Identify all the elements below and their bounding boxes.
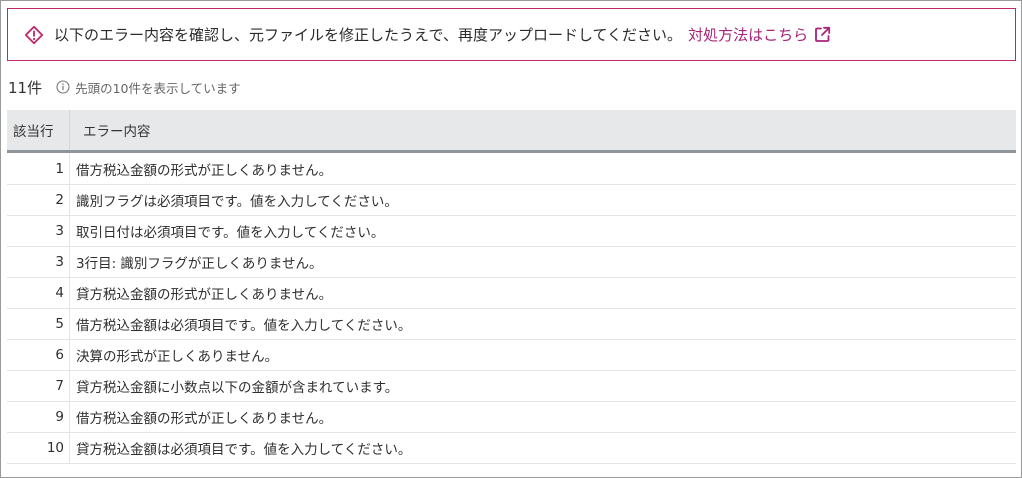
row-line-number: 6 — [7, 340, 70, 370]
help-link[interactable]: 対処方法はこちら — [688, 24, 831, 45]
error-count: 11件 — [8, 78, 43, 97]
info-icon — [56, 80, 70, 94]
row-line-number: 3 — [7, 247, 70, 277]
row-error-message: 3行目: 識別フラグが正しくありません。 — [76, 256, 323, 272]
row-error-message: 借方税込金額の形式が正しくありません。 — [76, 162, 333, 179]
row-line-number: 5 — [7, 309, 70, 339]
row-line-number: 2 — [7, 185, 70, 215]
table-row: 6 決算の形式が正しくありません。 — [7, 340, 1016, 371]
table-row: 2 識別フラグは必須項目です。値を入力してください。 — [7, 185, 1016, 216]
warning-diamond-icon — [24, 25, 44, 45]
row-error-message: 借方税込金額は必須項目です。値を入力してください。 — [76, 318, 412, 334]
row-error-message: 貸方税込金額に小数点以下の金額が含まれています。 — [76, 380, 399, 396]
table-row: 3 取引日付は必須項目です。値を入力してください。 — [7, 216, 1016, 247]
row-error-message: 借方税込金額の形式が正しくありません。 — [76, 411, 333, 427]
row-error-message: 貸方税込金額の形式が正しくありません。 — [76, 287, 333, 303]
row-line-number: 4 — [7, 278, 70, 308]
help-link-label[interactable]: 対処方法はこちら — [688, 24, 808, 45]
alert-message: 以下のエラー内容を確認し、元ファイルを修正したうえで、再度アップロードしてくださ… — [54, 26, 683, 44]
column-header-message: エラー内容 — [83, 124, 151, 140]
row-error-message: 識別フラグは必須項目です。値を入力してください。 — [76, 194, 398, 210]
row-line-number: 10 — [7, 433, 70, 463]
table-row: 1 借方税込金額の形式が正しくありません。 — [7, 153, 1016, 185]
table-row: 4 貸方税込金額の形式が正しくありません。 — [7, 278, 1016, 309]
table-body: 1 借方税込金額の形式が正しくありません。 2 識別フラグは必須項目です。値を入力して… — [7, 153, 1016, 464]
error-alert: 以下のエラー内容を確認し、元ファイルを修正したうえで、再度アップロードしてくださ… — [7, 8, 1016, 61]
external-link-icon[interactable] — [814, 26, 831, 43]
summary-row: 11件 先頭の10件を表示しています — [8, 76, 241, 98]
row-line-number: 3 — [7, 216, 70, 246]
row-error-message: 取引日付は必須項目です。値を入力してください。 — [76, 225, 385, 241]
table-row: 9 借方税込金額の形式が正しくありません。 — [7, 402, 1016, 433]
error-table: 該当行 エラー内容 1 借方税込金額の形式が正しくありません。 2 識別フラグは必須項… — [7, 110, 1016, 464]
table-header: 該当行 エラー内容 — [7, 110, 1016, 153]
table-row: 7 貸方税込金額に小数点以下の金額が含まれています。 — [7, 371, 1016, 402]
row-error-message: 決算の形式が正しくありません。 — [76, 349, 279, 365]
table-row: 5 借方税込金額は必須項目です。値を入力してください。 — [7, 309, 1016, 340]
row-line-number: 9 — [7, 402, 70, 432]
table-row: 10 貸方税込金額は必須項目です。値を入力してください。 — [7, 433, 1016, 464]
row-line-number: 1 — [7, 153, 70, 184]
row-line-number: 7 — [7, 371, 70, 401]
column-header-line: 該当行 — [7, 110, 70, 150]
table-row: 3 3行目: 識別フラグが正しくありません。 — [7, 247, 1016, 278]
display-note: 先頭の10件を表示しています — [75, 80, 241, 96]
row-error-message: 貸方税込金額は必須項目です。値を入力してください。 — [76, 442, 412, 458]
